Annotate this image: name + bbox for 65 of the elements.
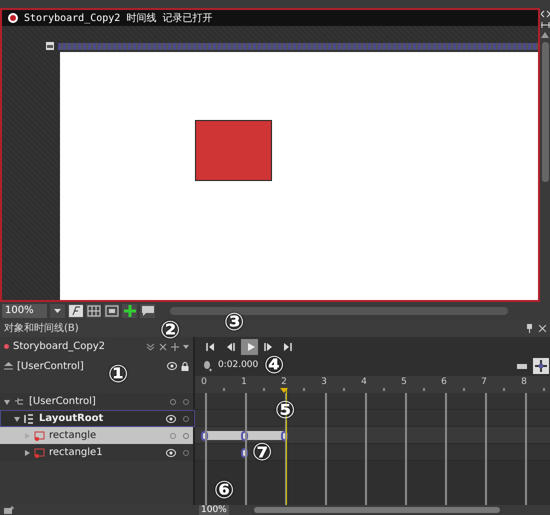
record-keyframe-icon[interactable] xyxy=(203,360,212,372)
ruler-label: 0 xyxy=(201,376,207,389)
caret-icon[interactable] xyxy=(183,344,189,348)
expander-icon[interactable] xyxy=(14,416,20,422)
eye-icon[interactable] xyxy=(166,448,176,456)
plus-icon[interactable] xyxy=(122,305,136,317)
scroll-up-icon[interactable] xyxy=(541,32,549,38)
visibility-dot-icon[interactable] xyxy=(170,398,176,404)
eye-icon[interactable] xyxy=(166,414,176,422)
code-view-icon[interactable] xyxy=(540,10,550,18)
effects-icon[interactable] xyxy=(68,305,82,317)
ruler-icon[interactable] xyxy=(517,364,527,368)
eye-icon[interactable] xyxy=(167,362,177,370)
panel-title: 对象和时间线(B) xyxy=(4,322,79,336)
artboard-icon[interactable] xyxy=(46,42,54,50)
up-scope-icon[interactable] xyxy=(4,362,13,370)
rectangle-icon xyxy=(34,448,45,458)
ruler-label: 4 xyxy=(361,376,367,389)
ruler-label: 3 xyxy=(321,376,327,389)
grid-icon[interactable] xyxy=(86,305,100,317)
ruler-label: 2 xyxy=(281,376,287,389)
lock-dot-icon[interactable] xyxy=(183,432,189,438)
split-view-icon[interactable] xyxy=(540,22,550,28)
ruler-label: 1 xyxy=(241,376,247,389)
close-icon[interactable] xyxy=(539,325,546,332)
ruler-label: 6 xyxy=(441,376,447,389)
expander-icon[interactable] xyxy=(4,398,10,404)
close-storyboard-icon[interactable] xyxy=(159,342,167,350)
zoom-field[interactable]: 100% xyxy=(2,304,47,318)
current-time[interactable]: 0:02.000 xyxy=(218,359,258,373)
lock-dot-icon[interactable] xyxy=(183,450,189,456)
pin-icon[interactable] xyxy=(526,324,533,333)
tree-item-label[interactable]: LayoutRoot xyxy=(39,411,162,426)
lock-dot-icon[interactable] xyxy=(183,416,189,422)
rectangle-icon xyxy=(34,430,45,440)
annotation-number: ① xyxy=(108,362,128,386)
grid-layout-icon xyxy=(24,414,35,424)
timeline-scrollbar[interactable] xyxy=(254,507,500,513)
annotation-number: ④ xyxy=(264,353,284,377)
ruler-label: 7 xyxy=(481,376,487,389)
visibility-dot-icon[interactable] xyxy=(170,432,176,438)
annotation-number: ⑦ xyxy=(252,440,272,464)
record-icon xyxy=(8,13,18,23)
new-layer-icon[interactable] xyxy=(4,506,14,514)
expander-icon[interactable] xyxy=(24,450,30,456)
ruler-label: 8 xyxy=(521,376,527,389)
reverse-icon[interactable] xyxy=(146,342,155,351)
annotation-number: ③ xyxy=(224,310,244,334)
dropdown-button[interactable] xyxy=(50,304,65,318)
timeline-zoom-field[interactable]: 100% xyxy=(199,505,229,515)
tree-icon xyxy=(14,396,25,406)
record-dot-icon xyxy=(4,344,9,349)
recording-banner-title: Storyboard_Copy2 时间线 记录已打开 xyxy=(24,12,212,26)
ruler-label: 5 xyxy=(401,376,407,389)
snap-grid-icon[interactable] xyxy=(104,305,118,317)
annotation-number: ⑥ xyxy=(214,478,234,502)
annotation-number: ② xyxy=(160,318,180,342)
add-icon[interactable] xyxy=(171,342,179,350)
comment-icon[interactable] xyxy=(140,305,154,317)
move-icon[interactable] xyxy=(535,360,547,372)
rectangle-shape[interactable] xyxy=(195,120,272,181)
scrollbar-thumb[interactable] xyxy=(542,42,548,182)
caret-icon xyxy=(54,309,61,313)
lock-icon[interactable] xyxy=(181,362,189,370)
lock-dot-icon[interactable] xyxy=(183,398,189,404)
